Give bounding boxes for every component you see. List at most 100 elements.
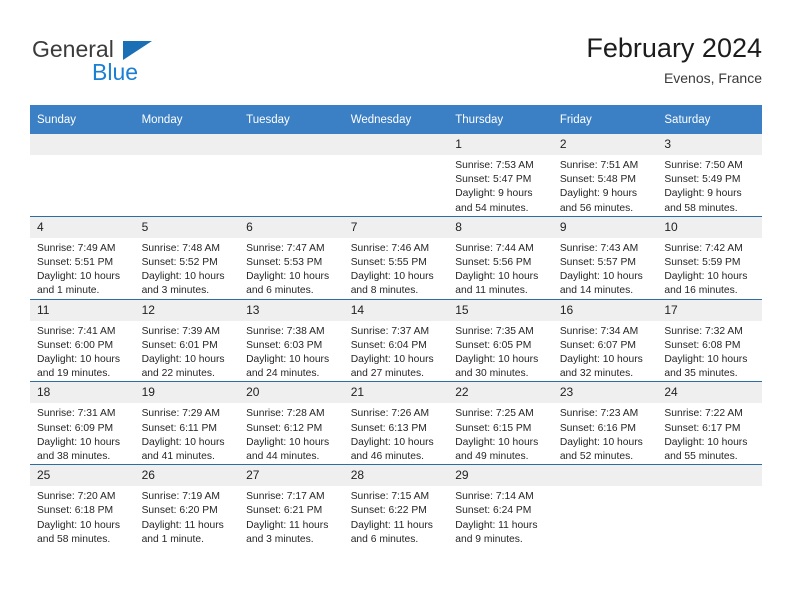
sunset-text: Sunset: 6:21 PM (246, 505, 323, 517)
calendar-day-cell[interactable]: 18 Sunrise: 7:31 AM Sunset: 6:09 PM Dayligh… (30, 381, 135, 465)
weekday-header-tuesday: Tuesday (239, 105, 344, 134)
calendar-day-cell[interactable]: 21 Sunrise: 7:26 AM Sunset: 6:13 PM Dayligh… (343, 381, 449, 465)
sunrise-text: Sunrise: 7:34 AM (559, 325, 639, 337)
calendar-day-cell[interactable]: 6 Sunrise: 7:47 AM Sunset: 5:53 PM Daylight… (239, 215, 344, 300)
calendar-day-cell[interactable]: 20 Sunrise: 7:28 AM Sunset: 6:12 PM Dayligh… (239, 381, 344, 465)
day-details: Sunrise: 7:47 AM Sunset: 5:53 PM Daylight:… (239, 238, 344, 299)
daylight-text: Daylight: 10 hours and 3 minutes. (141, 271, 225, 297)
calendar-day-cell[interactable]: 26 Sunrise: 7:19 AM Sunset: 6:20 PM Dayligh… (134, 464, 240, 548)
sunset-text: Sunset: 5:52 PM (141, 257, 218, 269)
daylight-text: Daylight: 11 hours and 9 minutes. (455, 519, 538, 545)
daylight-text: Daylight: 10 hours and 44 minutes. (246, 436, 330, 463)
day-details: Sunrise: 7:20 AM Sunset: 6:18 PM Daylight:… (30, 486, 135, 547)
calendar-day-cell[interactable]: 8 Sunrise: 7:44 AM Sunset: 5:56 PM Daylight… (448, 215, 553, 300)
weekday-header-friday: Friday (552, 105, 658, 134)
daylight-text: Daylight: 10 hours and 24 minutes. (246, 354, 330, 380)
calendar-day-cell[interactable]: 14 Sunrise: 7:37 AM Sunset: 6:04 PM Dayligh… (343, 298, 449, 382)
calendar-day-cell[interactable]: 4 Sunrise: 7:49 AM Sunset: 5:51 PM Daylight… (30, 215, 135, 300)
sunrise-text: Sunrise: 7:22 AM (664, 408, 743, 420)
day-number (343, 134, 449, 155)
calendar-day-cell[interactable]: 12 Sunrise: 7:39 AM Sunset: 6:01 PM Dayligh… (134, 298, 240, 382)
daylight-text: Daylight: 10 hours and 52 minutes. (559, 436, 643, 463)
calendar-day-cell[interactable]: 15 Sunrise: 7:35 AM Sunset: 6:05 PM Dayligh… (448, 298, 553, 382)
daylight-text: Daylight: 10 hours and 19 minutes. (37, 354, 120, 380)
calendar-day-cell[interactable]: 7 Sunrise: 7:46 AM Sunset: 5:55 PM Daylight… (343, 215, 449, 300)
calendar-day-cell[interactable]: 23 Sunrise: 7:23 AM Sunset: 6:16 PM Dayligh… (552, 381, 658, 465)
sunset-text: Sunset: 6:03 PM (246, 339, 323, 351)
calendar-day-cell[interactable]: 10 Sunrise: 7:42 AM Sunset: 5:59 PM Dayligh… (657, 215, 762, 300)
sunset-text: Sunset: 5:48 PM (559, 174, 636, 186)
daylight-text: Daylight: 10 hours and 35 minutes. (664, 354, 748, 380)
calendar-day-cell[interactable]: 1 Sunrise: 7:53 AM Sunset: 5:47 PM Daylight… (448, 134, 553, 217)
day-details: Sunrise: 7:32 AM Sunset: 6:08 PM Daylight:… (657, 321, 762, 382)
weekday-header-monday: Monday (134, 105, 240, 134)
day-number: 12 (134, 299, 240, 321)
daylight-text: Daylight: 11 hours and 6 minutes. (350, 519, 433, 545)
sunrise-text: Sunrise: 7:35 AM (455, 325, 534, 337)
day-number (657, 465, 762, 487)
calendar-day-cell[interactable]: 5 Sunrise: 7:48 AM Sunset: 5:52 PM Daylight… (134, 215, 240, 300)
calendar-day-cell[interactable]: 16 Sunrise: 7:34 AM Sunset: 6:07 PM Dayligh… (552, 298, 658, 382)
calendar-head: Sunday Monday Tuesday Wednesday Thursday… (30, 105, 762, 134)
sunset-text: Sunset: 6:11 PM (141, 422, 217, 434)
day-number: 22 (448, 382, 553, 404)
sunset-text: Sunset: 6:08 PM (664, 339, 741, 351)
calendar-day-cell-empty (30, 134, 135, 217)
sunset-text: Sunset: 5:59 PM (664, 257, 741, 269)
triangle-icon (123, 41, 152, 60)
daylight-text: Daylight: 10 hours and 38 minutes. (37, 436, 120, 463)
sunrise-text: Sunrise: 7:29 AM (141, 408, 220, 420)
weekday-header-row: Sunday Monday Tuesday Wednesday Thursday… (30, 105, 762, 134)
sunset-text: Sunset: 6:13 PM (350, 422, 427, 434)
calendar-day-cell[interactable]: 2 Sunrise: 7:51 AM Sunset: 5:48 PM Daylight… (552, 134, 658, 217)
day-details: Sunrise: 7:35 AM Sunset: 6:05 PM Daylight:… (448, 321, 553, 382)
daylight-text: Daylight: 10 hours and 49 minutes. (455, 436, 539, 463)
sunrise-text: Sunrise: 7:42 AM (664, 242, 743, 254)
sunrise-text: Sunrise: 7:25 AM (455, 408, 534, 420)
calendar-day-cell[interactable]: 11 Sunrise: 7:41 AM Sunset: 6:00 PM Dayligh… (30, 298, 135, 382)
calendar-day-cell-empty (657, 464, 762, 548)
daylight-text: Daylight: 10 hours and 14 minutes. (559, 271, 643, 297)
day-number: 18 (30, 382, 135, 404)
sunset-text: Sunset: 6:05 PM (455, 339, 532, 351)
sunrise-text: Sunrise: 7:46 AM (350, 242, 430, 254)
sunrise-text: Sunrise: 7:31 AM (37, 408, 116, 420)
sunrise-text: Sunrise: 7:53 AM (455, 160, 534, 171)
day-details: Sunrise: 7:39 AM Sunset: 6:01 PM Daylight:… (135, 321, 240, 382)
calendar-day-cell[interactable]: 19 Sunrise: 7:29 AM Sunset: 6:11 PM Dayligh… (134, 381, 240, 465)
sunrise-text: Sunrise: 7:48 AM (141, 242, 220, 254)
calendar-week-row: 4 Sunrise: 7:49 AM Sunset: 5:51 PM Daylight… (30, 215, 762, 300)
sunset-text: Sunset: 5:47 PM (455, 174, 532, 186)
day-number: 6 (239, 216, 344, 238)
calendar-day-cell[interactable]: 29 Sunrise: 7:14 AM Sunset: 6:24 PM Dayligh… (448, 464, 553, 548)
calendar-week-row: 11 Sunrise: 7:41 AM Sunset: 6:00 PM Dayligh… (30, 298, 762, 382)
weekday-header-sunday: Sunday (30, 105, 135, 134)
calendar-table: Sunday Monday Tuesday Wednesday Thursday… (30, 105, 762, 548)
sunset-text: Sunset: 5:53 PM (246, 257, 323, 269)
logo-text-blue: Blue (92, 59, 139, 85)
day-number: 29 (448, 465, 553, 487)
day-number: 3 (657, 134, 762, 155)
calendar-day-cell[interactable]: 28 Sunrise: 7:15 AM Sunset: 6:22 PM Dayligh… (343, 464, 449, 548)
sunrise-text: Sunrise: 7:26 AM (350, 408, 430, 420)
general-blue-logo[interactable]: General Blue (30, 32, 260, 90)
calendar-day-cell[interactable]: 25 Sunrise: 7:20 AM Sunset: 6:18 PM Dayligh… (30, 464, 135, 548)
calendar-day-cell[interactable]: 22 Sunrise: 7:25 AM Sunset: 6:15 PM Dayligh… (448, 381, 553, 465)
sunrise-text: Sunrise: 7:23 AM (559, 408, 639, 420)
calendar-day-cell[interactable]: 13 Sunrise: 7:38 AM Sunset: 6:03 PM Dayligh… (239, 298, 344, 382)
calendar-day-cell[interactable]: 27 Sunrise: 7:17 AM Sunset: 6:21 PM Dayligh… (239, 464, 344, 548)
day-number: 20 (239, 382, 344, 404)
sunset-text: Sunset: 6:04 PM (350, 339, 427, 351)
weekday-header-wednesday: Wednesday (343, 105, 449, 134)
calendar-page: General Blue February 2024 Evenos, Franc… (0, 0, 792, 612)
daylight-text: Daylight: 10 hours and 22 minutes. (141, 354, 225, 380)
day-details: Sunrise: 7:46 AM Sunset: 5:55 PM Daylight:… (344, 238, 449, 299)
location-subtitle: Evenos, France (663, 70, 762, 86)
calendar-day-cell[interactable]: 3 Sunrise: 7:50 AM Sunset: 5:49 PM Daylight… (657, 134, 762, 217)
calendar-day-cell[interactable]: 24 Sunrise: 7:22 AM Sunset: 6:17 PM Dayligh… (657, 381, 762, 465)
day-details: Sunrise: 7:15 AM Sunset: 6:22 PM Daylight:… (344, 486, 449, 547)
daylight-text: Daylight: 10 hours and 1 minute. (37, 271, 120, 297)
calendar-day-cell[interactable]: 17 Sunrise: 7:32 AM Sunset: 6:08 PM Dayligh… (657, 298, 762, 382)
calendar-day-cell[interactable]: 9 Sunrise: 7:43 AM Sunset: 5:57 PM Daylight… (552, 215, 658, 300)
day-number: 2 (552, 134, 658, 155)
